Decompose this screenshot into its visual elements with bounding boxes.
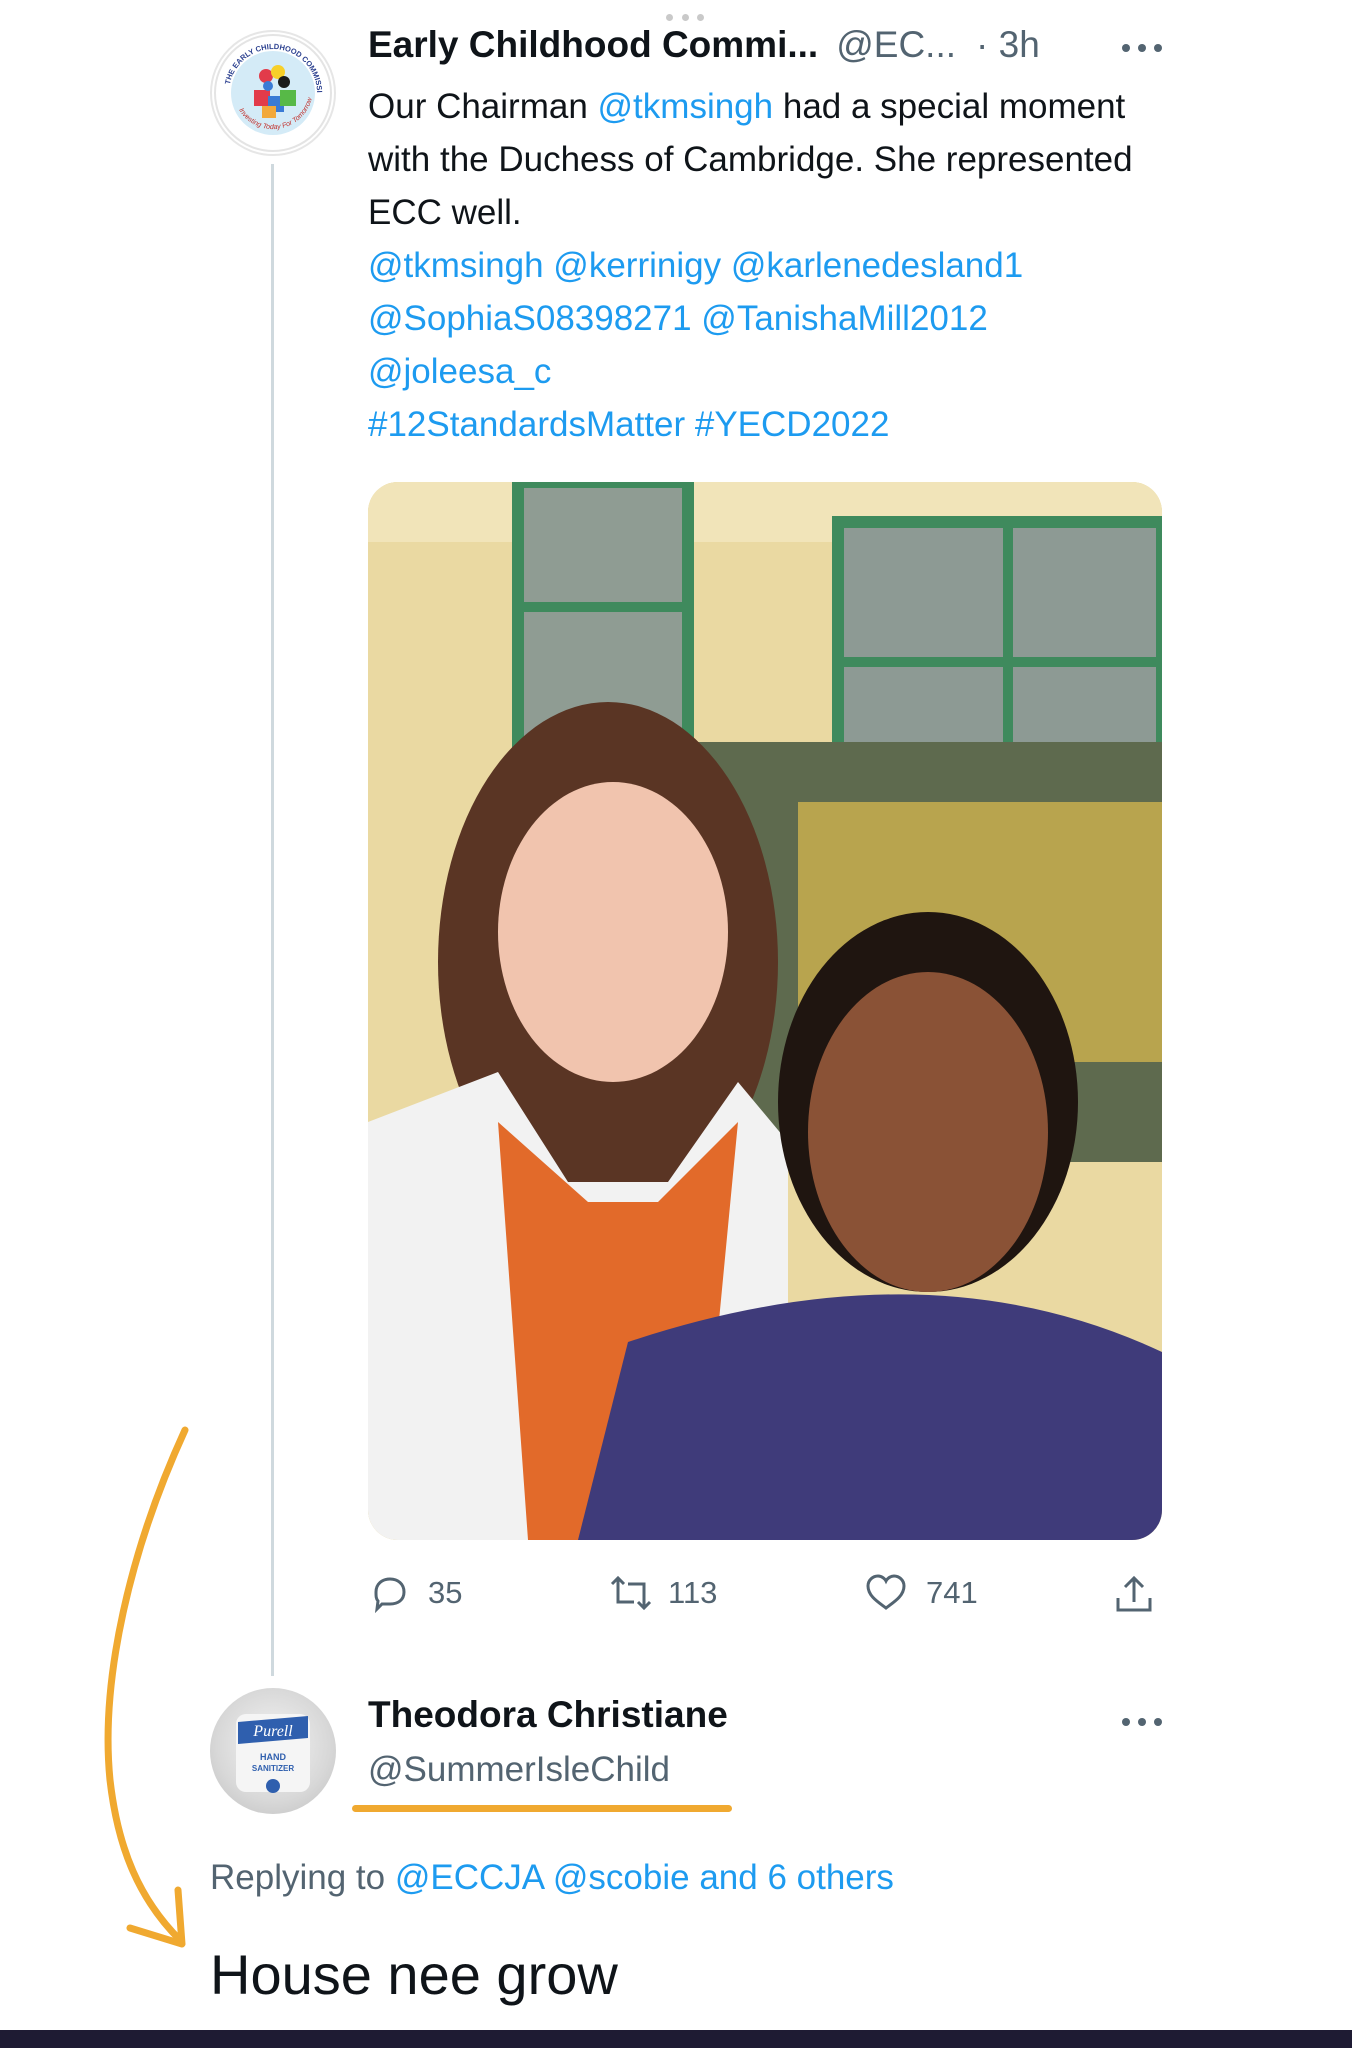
more-icon[interactable] [1122, 44, 1162, 54]
ecc-logo: THE EARLY CHILDHOOD COMMISSION Investing… [212, 32, 332, 152]
reply-action[interactable]: 35 [368, 1572, 462, 1614]
reply-author-name[interactable]: Theodora Christiane [368, 1694, 728, 1736]
mentions-line[interactable]: @tkmsingh @kerrinigy @karlenedesland1 [368, 239, 1188, 292]
tweet-time[interactable]: · 3h [976, 24, 1040, 66]
author-handle[interactable]: @EC... [836, 24, 956, 66]
replying-to: Replying to @ECCJA @scobie and 6 others [210, 1858, 894, 1898]
reply-author-handle[interactable]: @SummerIsleChild [368, 1750, 670, 1790]
reply-text: House nee grow [210, 1943, 618, 2006]
retweet-count: 113 [668, 1575, 718, 1610]
more-icon[interactable] [1122, 1718, 1162, 1728]
like-icon [866, 1574, 906, 1610]
tweet-text-start: Our Chairman [368, 87, 598, 126]
highlight-underline [352, 1805, 732, 1812]
annotation-arrow [104, 1426, 189, 1948]
svg-text:HAND: HAND [260, 1752, 286, 1762]
svg-text:SANITIZER: SANITIZER [252, 1764, 294, 1773]
thread-line [271, 164, 274, 1676]
mention-link[interactable]: @tkmsingh [598, 87, 774, 126]
reply-icon [374, 1577, 406, 1614]
drag-handle[interactable] [666, 14, 704, 22]
retweet-icon [610, 1575, 652, 1611]
like-count: 741 [926, 1575, 978, 1610]
tweet-text: Our Chairman @tkmsingh had a special mom… [368, 80, 1188, 451]
bottom-bar [0, 2030, 1352, 2048]
mentions-line[interactable]: @joleesa_c [368, 345, 1188, 398]
tweet-actions: 35 113 741 [368, 1572, 1168, 1632]
share-action[interactable] [1112, 1572, 1156, 1616]
reply-count: 35 [428, 1575, 463, 1610]
author-name[interactable]: Early Childhood Commi... [368, 24, 818, 66]
svg-text:Purell: Purell [252, 1723, 293, 1740]
replying-mentions[interactable]: @ECCJA @scobie and 6 others [395, 1858, 894, 1897]
hashtags-line[interactable]: #12StandardsMatter #YECD2022 [368, 398, 1188, 451]
like-action[interactable]: 741 [864, 1572, 978, 1614]
share-icon [1116, 1575, 1152, 1612]
reply-avatar[interactable]: Purell HAND SANITIZER [210, 1688, 336, 1814]
tweet-header: Early Childhood Commi... @EC... · 3h [368, 24, 1040, 76]
tweet-photo[interactable] [368, 482, 1162, 1540]
photo-illustration [368, 482, 1162, 1540]
retweet-action[interactable]: 113 [608, 1572, 717, 1614]
sanitizer-logo: Purell HAND SANITIZER [236, 1714, 310, 1793]
replying-prefix: Replying to [210, 1858, 395, 1897]
mentions-line[interactable]: @SophiaS08398271 @TanishaMill2012 [368, 292, 1188, 345]
ecc-avatar[interactable]: THE EARLY CHILDHOOD COMMISSION Investing… [210, 30, 336, 156]
